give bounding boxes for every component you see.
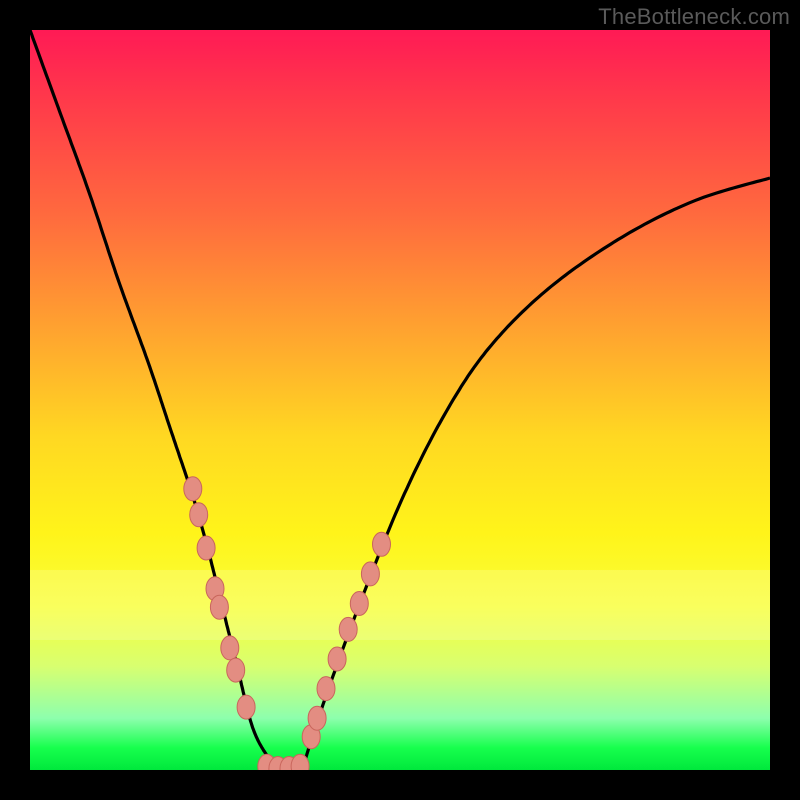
marker-left-5 [221,636,239,660]
credit-label: TheBottleneck.com [598,4,790,30]
marker-left-6 [227,658,245,682]
marker-right-4 [339,617,357,641]
plot-area [30,30,770,770]
bottleneck-curve [30,30,770,770]
marker-left-2 [197,536,215,560]
marker-left-7 [237,695,255,719]
marker-right-2 [317,677,335,701]
marker-right-7 [373,532,391,556]
chart-frame: TheBottleneck.com [0,0,800,800]
chart-svg [30,30,770,770]
marker-right-5 [350,592,368,616]
marker-left-0 [184,477,202,501]
marker-right-1 [308,706,326,730]
marker-right-6 [361,562,379,586]
markers-group [184,477,391,770]
marker-right-3 [328,647,346,671]
marker-left-1 [190,503,208,527]
marker-left-4 [210,595,228,619]
